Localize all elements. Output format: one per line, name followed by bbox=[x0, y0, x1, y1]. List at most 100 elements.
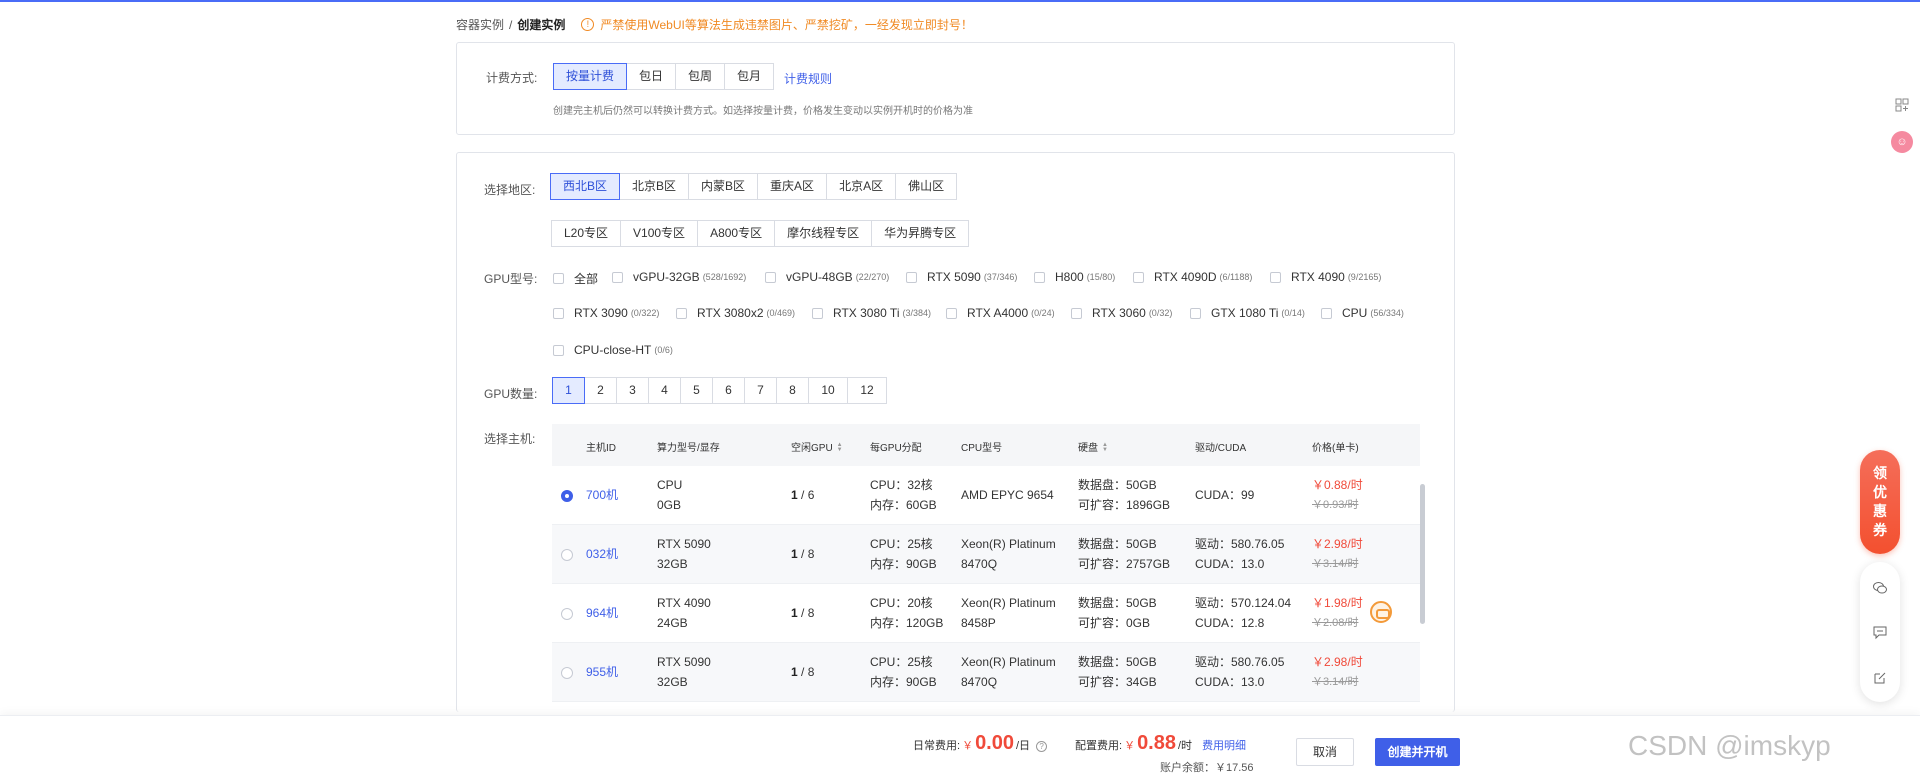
billing-option-monthly[interactable]: 包月 bbox=[724, 63, 775, 90]
checkbox-box[interactable] bbox=[553, 344, 564, 356]
host-id-link[interactable]: 700机 bbox=[586, 485, 618, 505]
table-row[interactable]: 032机 RTX 5090 32GB 1 / 8 CPU：25核 内存：90GB… bbox=[552, 525, 1420, 584]
checkbox-box[interactable] bbox=[553, 307, 564, 319]
gpu-model-checkbox[interactable]: 全部 bbox=[553, 270, 601, 287]
host-id-link[interactable]: 955机 bbox=[586, 662, 618, 682]
gpu-count-option[interactable]: 5 bbox=[680, 377, 713, 404]
gpu-model-checkbox[interactable]: CPU-close-HT (0/6) bbox=[553, 343, 673, 357]
host-model: RTX 5090 bbox=[657, 655, 711, 669]
region-option-a800[interactable]: A800专区 bbox=[697, 220, 776, 247]
gpu-count-option[interactable]: 7 bbox=[744, 377, 777, 404]
checkbox-box[interactable] bbox=[906, 271, 917, 283]
checkbox-box[interactable] bbox=[1034, 271, 1045, 283]
gpu-model-count: (22/270) bbox=[855, 272, 890, 282]
gpu-count-option[interactable]: 6 bbox=[712, 377, 745, 404]
watermark: CSDN @imskyp bbox=[1628, 730, 1831, 761]
gpu-count-option[interactable]: 8 bbox=[776, 377, 809, 404]
gpu-model-checkbox[interactable]: GTX 1080 Ti (0/14) bbox=[1190, 306, 1305, 320]
create-and-start-button[interactable]: 创建并开机 bbox=[1375, 738, 1460, 766]
host-cpu-model-sub: 8470Q bbox=[961, 675, 998, 689]
help-icon[interactable]: ? bbox=[1036, 741, 1048, 752]
checkbox-box[interactable] bbox=[1321, 307, 1332, 319]
host-radio[interactable] bbox=[561, 549, 573, 561]
host-model: RTX 4090 bbox=[657, 596, 711, 610]
gpu-count-option[interactable]: 2 bbox=[584, 377, 617, 404]
host-expandable: 可扩容：2757GB bbox=[1078, 557, 1171, 571]
apps-icon[interactable] bbox=[1891, 94, 1913, 116]
region-option-moore-threads[interactable]: 摩尔线程专区 bbox=[774, 220, 873, 247]
region-option-beijing-b[interactable]: 北京B区 bbox=[619, 173, 690, 200]
gpu-count-options: 1 2 3 4 5 6 7 8 10 12 bbox=[552, 377, 887, 404]
host-radio[interactable] bbox=[561, 667, 573, 679]
checkbox-box[interactable] bbox=[612, 271, 623, 283]
gpu-count-option[interactable]: 4 bbox=[648, 377, 681, 404]
gpu-model-checkbox[interactable]: H800 (15/80) bbox=[1034, 270, 1115, 284]
region-option-foshan[interactable]: 佛山区 bbox=[895, 173, 958, 200]
gpu-model-checkbox[interactable]: RTX 5090 (37/346) bbox=[906, 270, 1017, 284]
gpu-model-checkbox[interactable]: RTX 3080x2 (0/469) bbox=[676, 306, 795, 320]
gpu-model-checkbox[interactable]: RTX A4000 (0/24) bbox=[946, 306, 1055, 320]
column-header-driver: 驱动/CUDA bbox=[1195, 443, 1247, 454]
gpu-model-checkbox[interactable]: RTX 4090D (6/1188) bbox=[1133, 270, 1252, 284]
region-option-v100[interactable]: V100专区 bbox=[620, 220, 699, 247]
host-id-link[interactable]: 032机 bbox=[586, 544, 618, 564]
billing-option-weekly[interactable]: 包周 bbox=[675, 63, 726, 90]
breadcrumb-parent[interactable]: 容器实例 bbox=[456, 16, 504, 33]
sort-icon[interactable]: ▲ ▼ bbox=[837, 442, 843, 453]
checkbox-box[interactable] bbox=[1071, 307, 1082, 319]
gpu-model-checkbox[interactable]: RTX 3060 (0/32) bbox=[1071, 306, 1172, 320]
table-row[interactable]: 955机 RTX 5090 32GB 1 / 8 CPU：25核 内存：90GB… bbox=[552, 643, 1420, 702]
gpu-count-option[interactable]: 1 bbox=[552, 377, 585, 404]
edit-icon[interactable] bbox=[1872, 670, 1888, 686]
gpu-model-name: GTX 1080 Ti bbox=[1211, 306, 1279, 320]
billing-option-pay-as-you-go[interactable]: 按量计费 bbox=[553, 63, 628, 90]
column-header-model: 算力型号/显存 bbox=[657, 443, 720, 454]
gpu-model-checkbox[interactable]: RTX 4090 (9/2165) bbox=[1270, 270, 1381, 284]
table-scrollbar[interactable] bbox=[1420, 484, 1425, 624]
table-row[interactable]: 700机 CPU 0GB 1 / 6 CPU：32核 内存：60GB AMD E… bbox=[552, 466, 1420, 525]
sort-icon[interactable]: ▲ ▼ bbox=[1102, 442, 1108, 453]
host-id-link[interactable]: 964机 bbox=[586, 603, 618, 623]
fee-detail-link[interactable]: 费用明细 bbox=[1202, 737, 1246, 753]
host-cpu-model-sub: 8458P bbox=[961, 616, 996, 630]
region-option-inner-mongolia-b[interactable]: 内蒙B区 bbox=[688, 173, 759, 200]
checkbox-box[interactable] bbox=[553, 273, 564, 284]
checkbox-box[interactable] bbox=[812, 307, 823, 319]
checkbox-box[interactable] bbox=[1270, 271, 1281, 283]
gpu-count-option[interactable]: 12 bbox=[847, 377, 887, 404]
column-header-idle-gpu[interactable]: 空闲GPU ▲ ▼ bbox=[791, 439, 843, 454]
message-icon[interactable] bbox=[1872, 624, 1888, 640]
table-row[interactable]: 964机 RTX 4090 24GB 1 / 8 CPU：20核 内存：120G… bbox=[552, 584, 1420, 643]
region-option-chongqing-a[interactable]: 重庆A区 bbox=[757, 173, 828, 200]
billing-option-daily[interactable]: 包日 bbox=[626, 63, 677, 90]
checkbox-box[interactable] bbox=[765, 271, 776, 283]
gpu-model-checkbox[interactable]: CPU (56/334) bbox=[1321, 306, 1404, 320]
billing-rules-link[interactable]: 计费规则 bbox=[784, 70, 832, 87]
gpu-count-option[interactable]: 3 bbox=[616, 377, 649, 404]
region-option-l20[interactable]: L20专区 bbox=[551, 220, 622, 247]
breadcrumb: 容器实例 / 创建实例 ! 严禁使用WebUI等算法生成违禁图片、严禁挖矿，一经… bbox=[456, 16, 973, 33]
region-option-beijing-a[interactable]: 北京A区 bbox=[826, 173, 897, 200]
region-option-huawei-ascend[interactable]: 华为昇腾专区 bbox=[871, 220, 970, 247]
checkbox-box[interactable] bbox=[1190, 307, 1201, 319]
region-option-northwest-b[interactable]: 西北B区 bbox=[550, 173, 621, 200]
coupon-badge-icon[interactable] bbox=[1370, 601, 1392, 623]
checkbox-box[interactable] bbox=[1133, 271, 1144, 283]
gpu-model-checkbox[interactable]: vGPU-48GB (22/270) bbox=[765, 270, 889, 284]
gpu-count-option[interactable]: 10 bbox=[808, 377, 848, 404]
avatar-icon[interactable]: ☺ bbox=[1891, 131, 1913, 153]
cancel-button[interactable]: 取消 bbox=[1296, 738, 1354, 766]
host-radio[interactable] bbox=[561, 490, 573, 502]
host-radio[interactable] bbox=[561, 608, 573, 620]
gpu-count-label: GPU数量: bbox=[484, 387, 538, 401]
breadcrumb-current: 创建实例 bbox=[517, 18, 566, 32]
gpu-model-checkbox[interactable]: RTX 3090 (0/322) bbox=[553, 306, 659, 320]
gpu-model-checkbox[interactable]: RTX 3080 Ti (3/384) bbox=[812, 306, 931, 320]
column-header-disk[interactable]: 硬盘 ▲ ▼ bbox=[1078, 439, 1108, 454]
wechat-icon[interactable] bbox=[1872, 580, 1888, 596]
idle-count: 1 bbox=[791, 606, 798, 620]
gpu-model-checkbox[interactable]: vGPU-32GB (528/1692) bbox=[612, 270, 746, 284]
checkbox-box[interactable] bbox=[676, 307, 687, 319]
checkbox-box[interactable] bbox=[946, 307, 957, 319]
coupon-tab[interactable]: 领 优 惠 券 bbox=[1860, 450, 1900, 554]
